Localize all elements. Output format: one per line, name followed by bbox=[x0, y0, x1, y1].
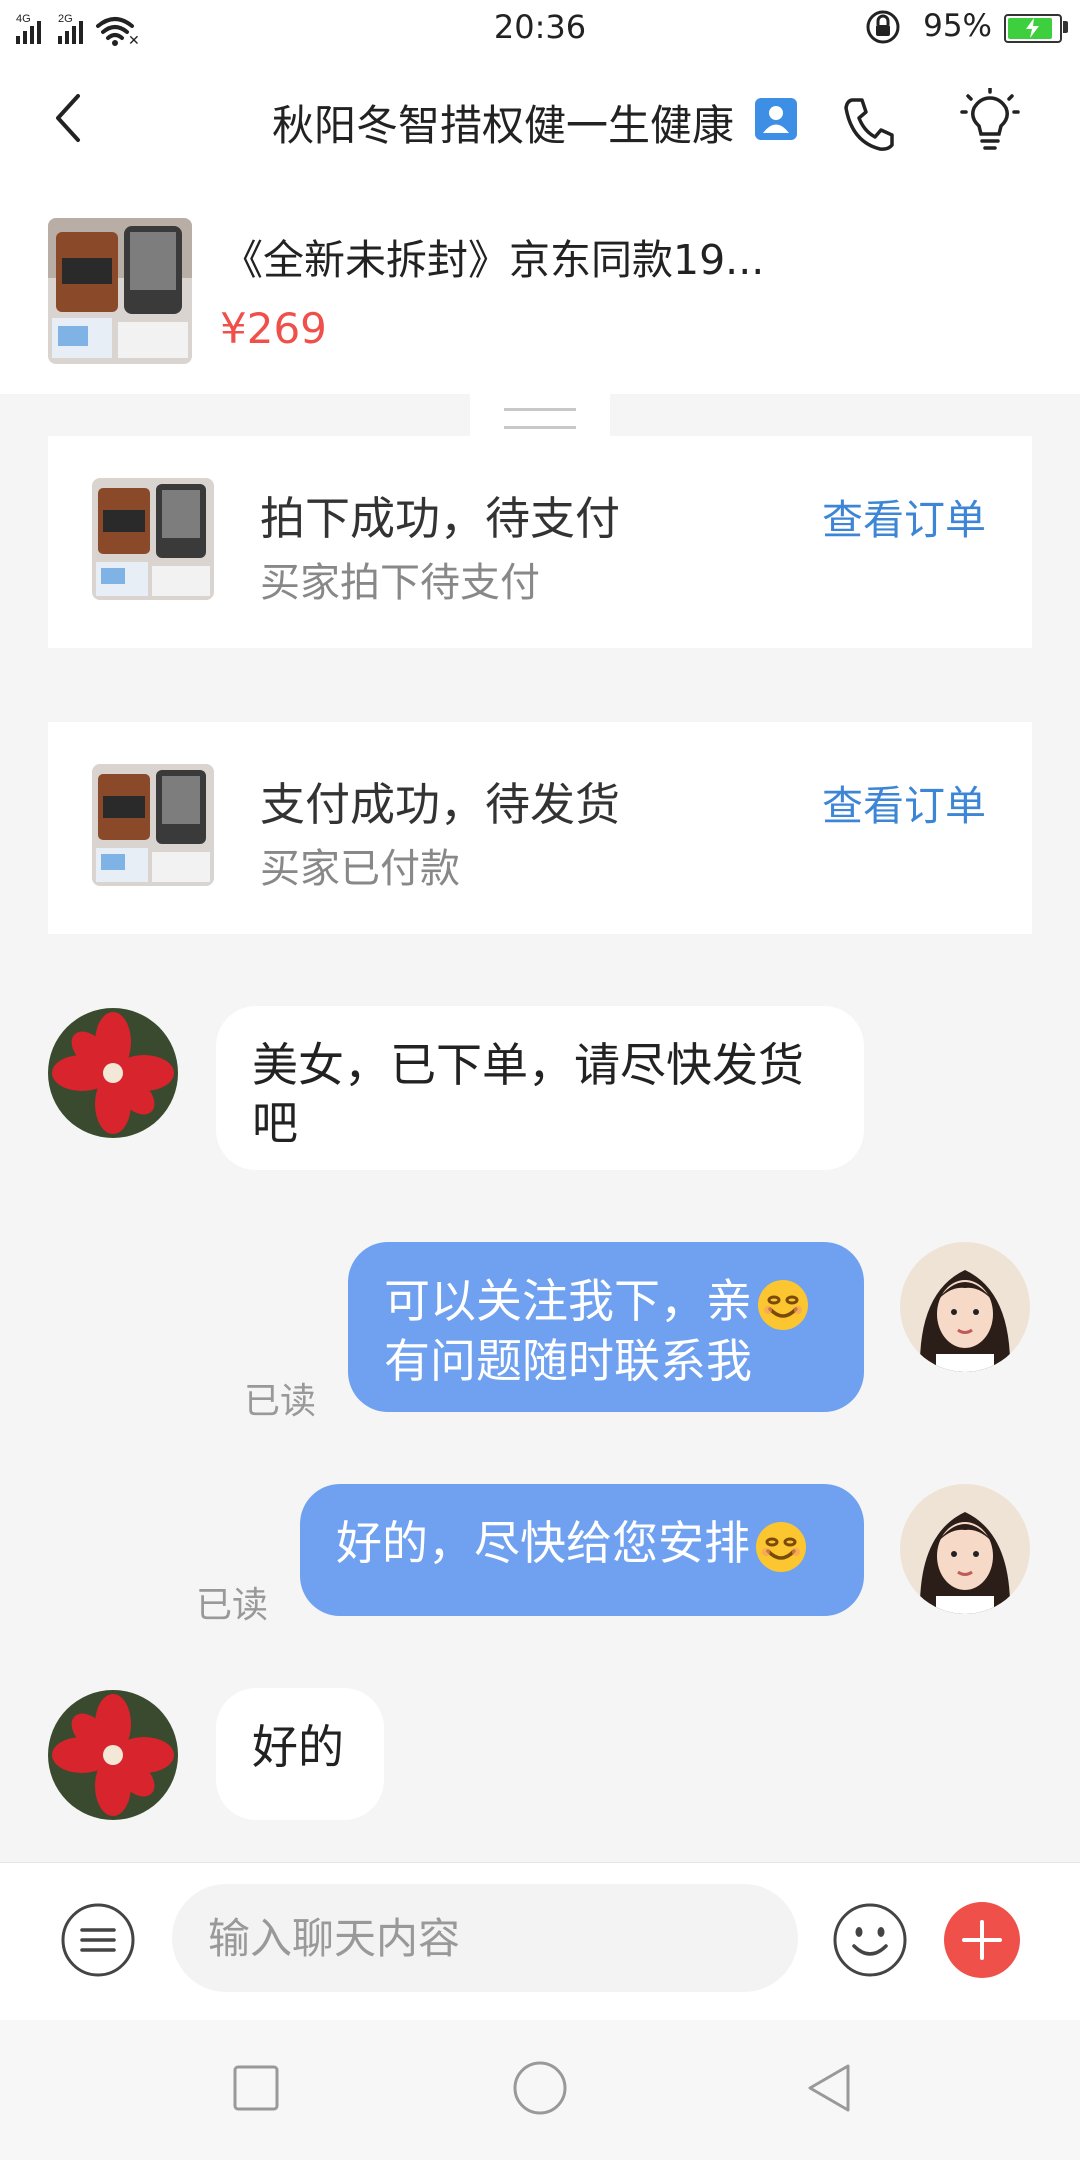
rotation-lock-icon bbox=[864, 8, 902, 50]
order-status-title: 支付成功，待发货 bbox=[260, 778, 621, 831]
battery-icon bbox=[1004, 14, 1062, 43]
view-order-link[interactable]: 查看订单 bbox=[822, 772, 986, 832]
smile-emoji-icon bbox=[756, 1521, 806, 1572]
product-title[interactable]: 《全新未拆封》京东同款19... bbox=[222, 226, 764, 286]
order-thumbnail bbox=[92, 764, 214, 886]
message-bubble: 好的，尽快给您安排 bbox=[300, 1484, 864, 1616]
chat-title: 秋阳冬智措权健一生健康 bbox=[272, 101, 735, 150]
message-bubble: 可以关注我下，亲 有问题随时联系我 bbox=[348, 1242, 864, 1412]
message-line: 吧 bbox=[252, 1096, 298, 1150]
phone-icon[interactable] bbox=[840, 94, 896, 158]
buyer-avatar[interactable] bbox=[48, 1690, 178, 1820]
contact-card-icon[interactable] bbox=[755, 98, 797, 140]
clock: 20:36 bbox=[493, 8, 587, 46]
home-icon[interactable] bbox=[512, 2060, 568, 2120]
recent-apps-icon[interactable] bbox=[232, 2064, 280, 2116]
lightbulb-icon[interactable] bbox=[956, 86, 1024, 160]
smile-emoji-icon bbox=[758, 1279, 808, 1330]
collapse-handle[interactable] bbox=[470, 392, 610, 436]
read-receipt: 已读 bbox=[196, 1585, 269, 1626]
back-icon[interactable] bbox=[804, 2062, 854, 2118]
menu-icon[interactable] bbox=[60, 1902, 136, 1982]
order-thumbnail bbox=[92, 478, 214, 600]
message-bubble: 美女，已下单，请尽快发货 吧 bbox=[216, 1006, 864, 1170]
buyer-avatar[interactable] bbox=[48, 1008, 178, 1138]
message-line: 好的 bbox=[252, 1720, 344, 1774]
message-bubble: 好的 bbox=[216, 1688, 384, 1820]
message-line: 有问题随时联系我 bbox=[384, 1333, 752, 1388]
order-status-title: 拍下成功，待支付 bbox=[260, 492, 621, 545]
emoji-icon[interactable] bbox=[832, 1902, 908, 1982]
read-receipt: 已读 bbox=[244, 1381, 317, 1422]
chat-input[interactable] bbox=[172, 1884, 798, 1992]
view-order-link[interactable]: 查看订单 bbox=[822, 486, 986, 546]
product-price: ¥269 bbox=[220, 304, 327, 353]
message-line: 可以关注我下，亲 bbox=[384, 1274, 752, 1328]
product-thumbnail[interactable] bbox=[48, 218, 192, 364]
order-status-subtitle: 买家已付款 bbox=[260, 846, 460, 892]
back-arrow-icon[interactable] bbox=[50, 90, 86, 150]
order-status-subtitle: 买家拍下待支付 bbox=[260, 560, 540, 606]
handle-line bbox=[504, 426, 576, 429]
message-line: 好的，尽快给您安排 bbox=[336, 1516, 750, 1570]
handle-line bbox=[504, 408, 576, 411]
plus-icon[interactable] bbox=[944, 1902, 1020, 1978]
seller-avatar[interactable] bbox=[900, 1242, 1030, 1372]
battery-percent: 95% bbox=[923, 8, 992, 44]
battery-cap bbox=[1063, 21, 1068, 33]
seller-avatar[interactable] bbox=[900, 1484, 1030, 1614]
message-line: 美女，已下单，请尽快发货 bbox=[252, 1038, 804, 1092]
